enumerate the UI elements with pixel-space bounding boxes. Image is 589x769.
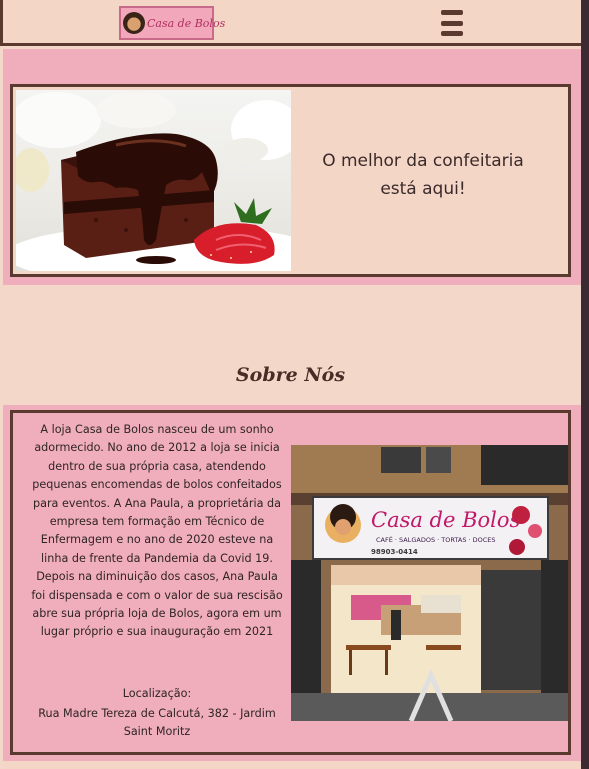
location-label: Localização:: [122, 687, 192, 700]
page: Casa de Bolos O melhor da confeitaria es…: [0, 0, 581, 769]
location-address: Rua Madre Tereza de Calcutá, 382 - Jardi…: [38, 707, 276, 738]
about-text: A loja Casa de Bolos nasceu de um sonho …: [31, 423, 283, 639]
about-title: Sobre Nós: [235, 364, 346, 386]
hero-card: O melhor da confeitaria está aqui!: [10, 84, 571, 277]
about-card: A loja Casa de Bolos nasceu de um sonho …: [10, 410, 571, 755]
store-sign-name: Casa de Bolos: [371, 508, 521, 532]
hamburger-menu-icon[interactable]: [441, 10, 463, 36]
cake-image: [16, 90, 291, 271]
store-sign-subtitle: CAFÉ · SALGADOS · TORTAS · DOCES: [376, 535, 496, 544]
site-logo[interactable]: Casa de Bolos: [119, 6, 225, 40]
logo-text: Casa de Bolos: [147, 16, 226, 30]
storefront-image: Casa de Bolos CAFÉ · SALGADOS · TORTAS ·…: [291, 445, 568, 721]
hero-tagline: O melhor da confeitaria está aqui!: [322, 151, 524, 199]
window-edge: [581, 0, 589, 769]
footer-strip: [3, 761, 581, 769]
site-header: Casa de Bolos: [0, 0, 581, 46]
logo-girl-icon: [123, 12, 145, 34]
store-sign-phone: 98903-0414: [371, 548, 418, 556]
